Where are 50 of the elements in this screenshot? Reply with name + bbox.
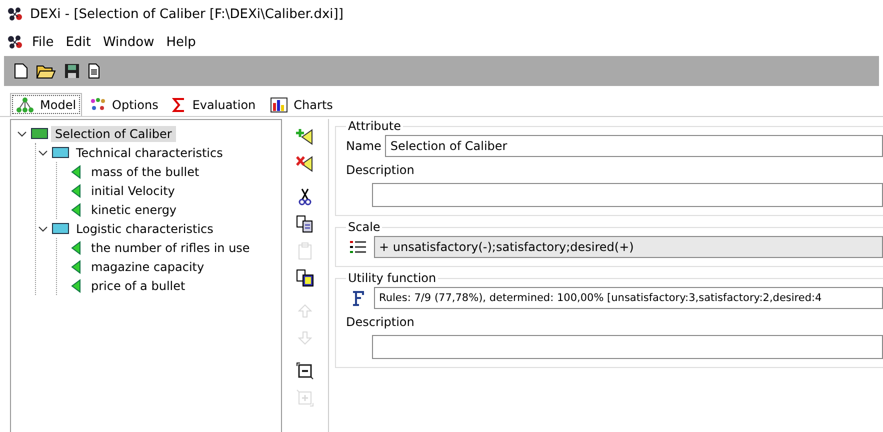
copy-icon[interactable] — [296, 214, 314, 234]
menu-item[interactable]: Help — [162, 32, 200, 52]
tree-item[interactable]: magazine capacity — [87, 258, 208, 274]
field-label: Name — [346, 139, 382, 153]
triangle-icon — [71, 184, 81, 198]
field-label: Description — [346, 163, 416, 177]
chevron-down-icon[interactable] — [36, 150, 50, 156]
description-field[interactable] — [372, 183, 883, 207]
name-field[interactable]: Selection of Caliber — [385, 135, 883, 157]
tree-item[interactable]: kinetic energy — [87, 202, 181, 218]
scale-field[interactable]: + unsatisfactory(-);satisfactory;desired(+) — [374, 236, 883, 258]
menu-item[interactable]: Window — [98, 32, 158, 52]
window-title: DEXi - [Selection of Caliber [F:\DEXi\Caliber.dxi]] — [30, 6, 344, 22]
add-triangle-icon[interactable] — [296, 127, 314, 147]
triangle-icon — [71, 164, 81, 178]
sigma-icon — [172, 97, 186, 113]
folder-icon[interactable] — [36, 63, 56, 79]
tree-item[interactable]: Logistic characteristics — [72, 220, 218, 236]
group-title: Utility function — [347, 271, 438, 285]
scissors-icon[interactable] — [298, 187, 312, 207]
menu-item[interactable]: Edit — [62, 32, 95, 52]
chevron-down-icon[interactable] — [36, 226, 50, 232]
app-logo-icon[interactable] — [6, 34, 24, 50]
triangle-icon — [71, 240, 81, 254]
group-title: Attribute — [347, 119, 402, 133]
app-logo-icon — [6, 6, 24, 22]
tree-item[interactable]: price of a bullet — [87, 278, 190, 294]
tree-item[interactable]: mass of the bullet — [87, 164, 204, 180]
document-icon[interactable] — [88, 63, 100, 79]
collapse-icon[interactable] — [296, 361, 314, 381]
copy-special-icon[interactable] — [296, 268, 314, 288]
tree-item[interactable]: Technical characteristics — [72, 144, 227, 160]
tree-item[interactable]: Selection of Caliber — [51, 126, 176, 142]
bar-chart-icon — [270, 97, 288, 113]
dots-icon — [90, 97, 106, 113]
field-label: Description — [346, 315, 416, 329]
triangle-icon — [71, 278, 81, 292]
triangle-icon — [71, 202, 81, 216]
utility-function-field[interactable]: Rules: 7/9 (77,78%), determined: 100,00% [unsatisfactory:3,satisfactory:2,desired:4 — [374, 287, 883, 309]
chevron-down-icon[interactable] — [15, 130, 29, 136]
new-file-icon[interactable] — [14, 63, 28, 79]
tree-icon — [16, 97, 34, 113]
tree-item[interactable]: initial Velocity — [87, 182, 179, 198]
triangle-icon — [71, 260, 81, 274]
tree-item[interactable]: the number of rifles in use — [87, 240, 254, 256]
menu-item[interactable]: File — [28, 32, 58, 52]
delete-triangle-icon[interactable] — [296, 154, 314, 174]
group-title: Scale — [347, 220, 382, 234]
description-field[interactable] — [372, 335, 883, 359]
tab[interactable]: Model — [10, 93, 82, 116]
